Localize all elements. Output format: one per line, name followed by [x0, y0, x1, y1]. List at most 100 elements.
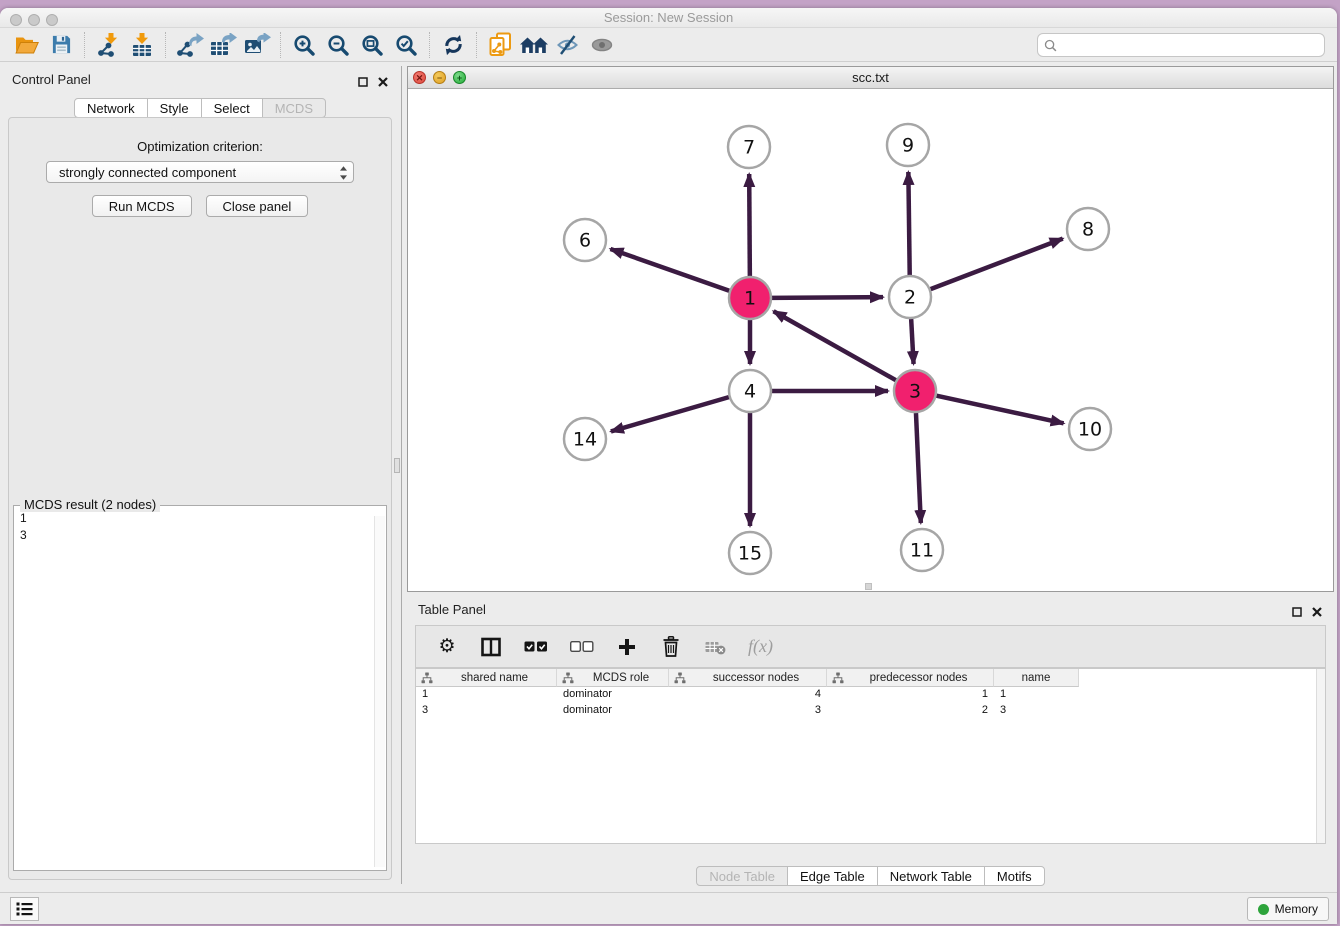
table-close-panel-icon[interactable] — [1312, 604, 1322, 622]
task-history-button[interactable] — [10, 897, 39, 921]
apply-layout-icon[interactable] — [436, 30, 470, 60]
tab-edge-table[interactable]: Edge Table — [788, 866, 878, 886]
column-header-MCDS-role[interactable]: MCDS role — [557, 669, 669, 687]
graph-edge-2-8[interactable] — [931, 239, 1063, 290]
main-toolbar — [0, 28, 1337, 62]
function-builder-icon[interactable]: f(x) — [748, 636, 773, 657]
delete-column-icon[interactable] — [660, 636, 682, 657]
table-cell[interactable]: dominator — [557, 687, 669, 703]
table-body: 1dominator4113dominator323 — [416, 687, 1325, 719]
optimization-criterion-label: Optimization criterion: — [9, 139, 391, 154]
graph-edge-3-10[interactable] — [936, 396, 1063, 424]
float-panel-icon[interactable] — [358, 74, 368, 92]
table-row[interactable]: 3dominator323 — [416, 703, 1325, 719]
graph-node-label-3: 3 — [909, 381, 921, 403]
table-row[interactable]: 1dominator411 — [416, 687, 1325, 703]
tree-icon — [421, 672, 433, 684]
graph-edge-2-9[interactable] — [908, 172, 909, 275]
mcds-result-text[interactable]: 1 3 — [16, 510, 372, 868]
memory-label: Memory — [1275, 902, 1318, 916]
node-table: shared nameMCDS rolesuccessor nodesprede… — [415, 668, 1326, 844]
table-cell[interactable]: 3 — [669, 703, 827, 719]
table-float-panel-icon[interactable] — [1292, 604, 1302, 622]
graph-node-label-4: 4 — [744, 381, 756, 403]
graph-node-label-14: 14 — [573, 429, 597, 451]
delete-table-icon[interactable] — [704, 639, 726, 655]
toolbar-separator — [429, 32, 430, 58]
search-input[interactable] — [1061, 35, 1324, 55]
zoom-out-icon[interactable] — [321, 30, 355, 60]
close-panel-icon[interactable] — [378, 74, 388, 92]
resize-handle[interactable] — [865, 583, 872, 590]
optimization-select[interactable]: strongly connected component — [46, 161, 354, 183]
home-networks-icon[interactable] — [517, 30, 551, 60]
select-stepper-icon — [339, 165, 348, 184]
graph-edge-1-2[interactable] — [772, 297, 883, 298]
graph-node-label-15: 15 — [738, 543, 762, 565]
import-table-icon[interactable] — [125, 30, 159, 60]
column-header-predecessor-nodes[interactable]: predecessor nodes — [827, 669, 994, 687]
table-tabs: Node TableEdge TableNetwork TableMotifs — [407, 866, 1334, 886]
hide-selected-eye-icon[interactable] — [551, 30, 585, 60]
table-cell[interactable]: 1 — [416, 687, 557, 703]
toolbar-separator — [84, 32, 85, 58]
table-scrollbar[interactable] — [1316, 669, 1325, 843]
table-cell[interactable]: 2 — [827, 703, 994, 719]
status-bar: Memory — [0, 892, 1337, 924]
save-session-icon[interactable] — [44, 30, 78, 60]
column-header-name[interactable]: name — [994, 669, 1079, 687]
clear-checkboxes-icon[interactable] — [570, 641, 594, 653]
zoom-selected-icon[interactable] — [389, 30, 423, 60]
search-icon — [1044, 39, 1057, 52]
column-header-successor-nodes[interactable]: successor nodes — [669, 669, 827, 687]
titlebar: Session: New Session — [0, 8, 1337, 28]
memory-status-icon — [1258, 904, 1269, 915]
table-cell[interactable]: 1 — [994, 687, 1079, 703]
open-session-icon[interactable] — [10, 30, 44, 60]
export-table-icon[interactable] — [206, 30, 240, 60]
tab-select[interactable]: Select — [202, 98, 263, 118]
window-title: Session: New Session — [0, 10, 1337, 25]
zoom-fit-icon[interactable] — [355, 30, 389, 60]
toolbar-separator — [280, 32, 281, 58]
select-all-checkboxes-icon[interactable] — [524, 641, 548, 653]
tree-icon — [674, 672, 686, 684]
add-column-icon[interactable] — [616, 638, 638, 656]
mcds-result-box: MCDS result (2 nodes) 1 3 — [13, 505, 387, 871]
gear-icon[interactable]: ⚙ — [436, 637, 458, 657]
tab-mcds[interactable]: MCDS — [263, 98, 326, 118]
table-cell[interactable]: dominator — [557, 703, 669, 719]
table-cell[interactable]: 1 — [827, 687, 994, 703]
table-cell[interactable]: 4 — [669, 687, 827, 703]
graph-edge-2-3[interactable] — [911, 319, 913, 364]
tree-icon — [832, 672, 844, 684]
split-columns-icon[interactable] — [480, 637, 502, 657]
tab-network-table[interactable]: Network Table — [878, 866, 985, 886]
table-cell[interactable]: 3 — [416, 703, 557, 719]
column-header-shared-name[interactable]: shared name — [416, 669, 557, 687]
panel-splitter-handle[interactable] — [394, 458, 400, 473]
graph-edge-1-7[interactable] — [749, 174, 750, 276]
zoom-in-icon[interactable] — [287, 30, 321, 60]
export-image-icon[interactable] — [240, 30, 274, 60]
tab-motifs[interactable]: Motifs — [985, 866, 1045, 886]
graph-edge-3-1[interactable] — [774, 311, 896, 380]
show-all-eye-icon[interactable] — [585, 30, 619, 60]
panel-splitter[interactable] — [401, 66, 402, 884]
memory-button[interactable]: Memory — [1247, 897, 1329, 921]
graph-edge-3-11[interactable] — [916, 413, 921, 523]
run-mcds-button[interactable]: Run MCDS — [92, 195, 192, 217]
import-network-icon[interactable] — [91, 30, 125, 60]
table-cell[interactable]: 3 — [994, 703, 1079, 719]
tab-node-table[interactable]: Node Table — [696, 866, 788, 886]
export-network-icon[interactable] — [172, 30, 206, 60]
result-scrollbar[interactable] — [374, 516, 385, 867]
graph-edge-1-6[interactable] — [610, 249, 729, 291]
graph-node-label-11: 11 — [910, 540, 934, 562]
clone-network-icon[interactable] — [483, 30, 517, 60]
tab-style[interactable]: Style — [148, 98, 202, 118]
network-canvas[interactable]: 7968124314101511 — [408, 89, 1333, 591]
tab-network[interactable]: Network — [74, 98, 148, 118]
close-panel-button[interactable]: Close panel — [206, 195, 309, 217]
graph-edge-4-14[interactable] — [611, 397, 729, 431]
